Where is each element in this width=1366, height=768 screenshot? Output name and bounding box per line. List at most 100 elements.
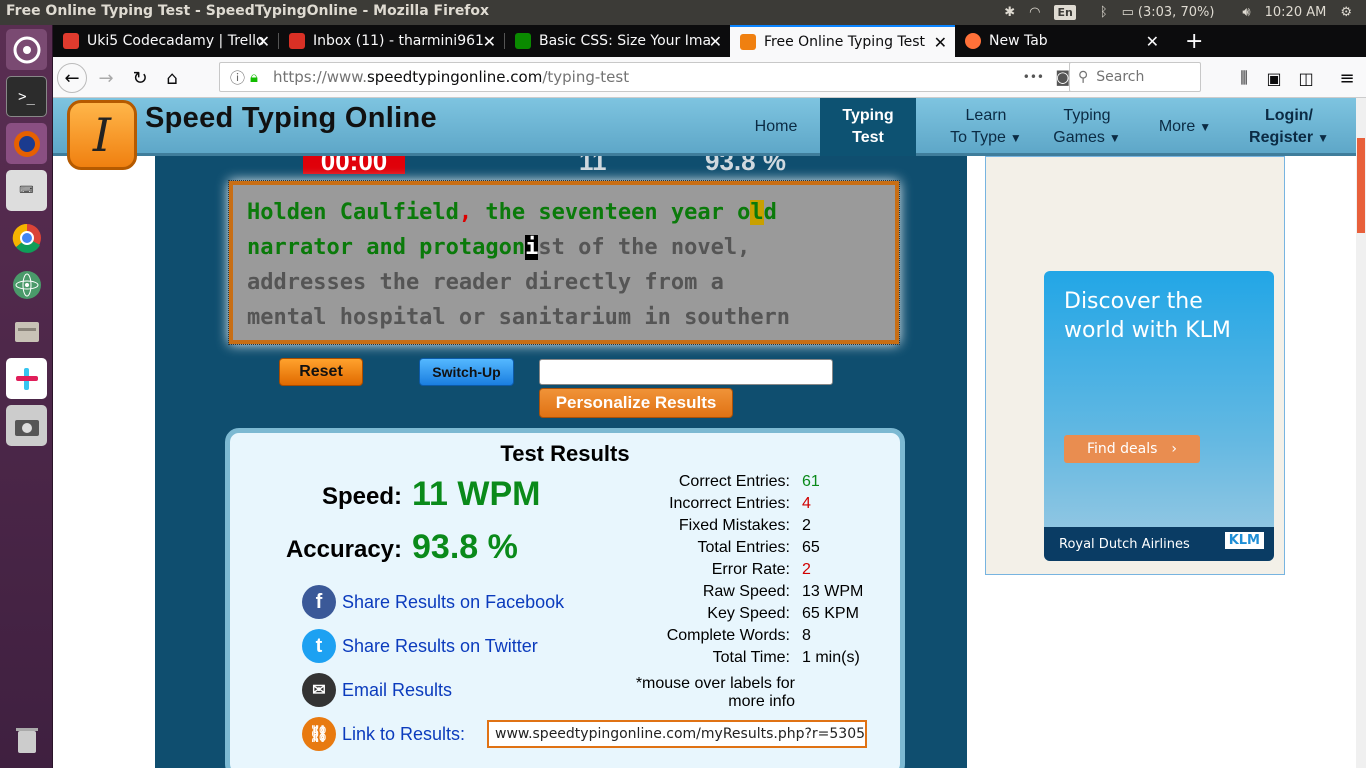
results-title: Test Results xyxy=(500,441,630,466)
forward-button[interactable]: → xyxy=(91,63,121,93)
home-button[interactable]: ⌂ xyxy=(157,63,187,93)
site-logo-icon[interactable]: I xyxy=(67,100,137,170)
text-line: narrator and protagonist of the novel, xyxy=(247,235,751,260)
scrollbar-thumb[interactable] xyxy=(1357,138,1365,233)
tab-new-tab[interactable]: New Tab ✕ xyxy=(955,25,1167,57)
stat-label[interactable]: Correct Entries: xyxy=(590,473,790,491)
wifi-icon[interactable]: ◠ xyxy=(1029,5,1040,20)
keyboard-app-icon[interactable]: ⌨ xyxy=(6,170,47,211)
chevron-right-icon: › xyxy=(1171,441,1177,457)
settings-gear-icon[interactable]: ⚙ xyxy=(1340,5,1352,20)
accuracy-label[interactable]: Accuracy: xyxy=(260,536,402,564)
ubuntu-dash-icon[interactable] xyxy=(6,29,47,70)
envelope-icon: ✉ xyxy=(302,673,336,707)
facebook-icon: f xyxy=(302,585,336,619)
site-header: Speed Typing Online Home Typing Test Lear… xyxy=(53,98,1356,156)
pocket-icon[interactable]: ◙ xyxy=(1055,68,1070,86)
new-tab-button[interactable]: + xyxy=(1177,25,1211,57)
hamburger-menu-icon[interactable]: ≡ xyxy=(1332,63,1362,93)
speedtyping-favicon-icon xyxy=(740,34,756,50)
site-title[interactable]: Speed Typing Online xyxy=(145,102,437,135)
system-tray: ✱ ◠ En ᛒ ▭ (3:03, 70%) 🔊︎ 10:20 AM ⚙ xyxy=(1004,0,1366,25)
back-button[interactable]: ← xyxy=(57,63,87,93)
clock[interactable]: 10:20 AM xyxy=(1265,5,1327,20)
tab-typing-test[interactable]: Free Online Typing Test ✕ xyxy=(730,25,955,57)
nav-typing-games[interactable]: Typing Games ▼ xyxy=(1045,98,1129,156)
dropdown-arrow-icon: ▼ xyxy=(1009,131,1022,145)
speed-value: 11 WPM xyxy=(412,475,541,513)
speed-label[interactable]: Speed: xyxy=(290,483,402,511)
close-tab-icon[interactable]: ✕ xyxy=(934,33,947,52)
klm-advertisement[interactable]: Discover the world with KLM Find deals › R… xyxy=(985,156,1285,575)
tab-trello[interactable]: Uki5 Codecadamy | Trello ✕ xyxy=(53,25,278,57)
stat-value: 65 KPM xyxy=(802,605,859,622)
close-tab-icon[interactable]: ✕ xyxy=(1146,32,1159,51)
typing-test-area: 00:00 11 93.8 % Holden Caulfield, the se… xyxy=(155,156,967,768)
lock-icon: 🔒︎ xyxy=(250,68,258,86)
bluetooth-icon[interactable]: ᛒ xyxy=(1100,5,1108,20)
nav-learn-to-type[interactable]: Learn To Type ▼ xyxy=(931,98,1041,156)
downloads-folder-icon[interactable]: ▣ xyxy=(1259,63,1289,93)
stat-value: 4 xyxy=(802,495,811,512)
file-manager-icon[interactable] xyxy=(6,311,47,352)
nav-more[interactable]: More ▼ xyxy=(1147,98,1223,156)
link-to-results-label[interactable]: ⛓ Link to Results: xyxy=(302,717,465,751)
close-tab-icon[interactable]: ✕ xyxy=(483,32,496,51)
typing-cursor: i xyxy=(525,235,539,260)
stat-label[interactable]: Raw Speed: xyxy=(590,583,790,601)
share-facebook-link[interactable]: f Share Results on Facebook xyxy=(302,585,564,619)
personalize-name-input[interactable] xyxy=(539,359,833,385)
slack-icon[interactable] xyxy=(6,358,47,399)
atom-icon[interactable] xyxy=(6,264,47,305)
switch-up-button[interactable]: Switch-Up xyxy=(419,358,514,386)
reload-button[interactable]: ↻ xyxy=(125,63,155,93)
stat-value: 61 xyxy=(802,473,820,490)
stat-label[interactable]: Complete Words: xyxy=(590,627,790,645)
battery-indicator[interactable]: ▭ (3:03, 70%) xyxy=(1122,5,1229,20)
library-icon[interactable]: ⫼ xyxy=(1229,63,1259,93)
keyboard-layout-indicator[interactable]: En xyxy=(1054,5,1076,20)
results-link-field[interactable]: www.speedtypingonline.com/myResults.php?… xyxy=(487,720,867,748)
page-scrollbar[interactable] xyxy=(1356,98,1366,768)
terminal-icon[interactable]: >_ xyxy=(6,76,47,117)
close-tab-icon[interactable]: ✕ xyxy=(709,32,722,51)
ubuntu-launcher: >_ ⌨ xyxy=(0,25,53,768)
stat-label[interactable]: Fixed Mistakes: xyxy=(590,517,790,535)
tab-freecodecamp[interactable]: Basic CSS: Size Your Ima ✕ xyxy=(505,25,730,57)
address-bar[interactable]: ⓘ 🔒︎ https://www. speedtypingonline.com/t… xyxy=(219,62,1109,92)
stat-label[interactable]: Total Time: xyxy=(590,649,790,667)
find-deals-button[interactable]: Find deals › xyxy=(1064,435,1200,463)
dropdown-arrow-icon: ▼ xyxy=(1317,131,1329,145)
camera-icon[interactable] xyxy=(6,405,47,446)
nav-login-register[interactable]: Login/Register ▼ xyxy=(1239,98,1339,156)
chrome-icon[interactable] xyxy=(6,217,47,258)
text-line: addresses the reader directly from a xyxy=(247,270,724,295)
firefox-favicon-icon xyxy=(965,33,981,49)
share-twitter-link[interactable]: t Share Results on Twitter xyxy=(302,629,538,663)
stat-value: 2 xyxy=(802,561,811,578)
stat-label[interactable]: Total Entries: xyxy=(590,539,790,557)
sidebar-icon[interactable]: ◫ xyxy=(1291,63,1321,93)
personalize-results-button[interactable]: Personalize Results xyxy=(539,388,733,418)
chain-link-icon: ⛓ xyxy=(302,717,336,751)
page-actions-button[interactable]: ••• xyxy=(1023,70,1044,84)
typing-text-box[interactable]: Holden Caulfield, the seventeen year old… xyxy=(228,180,900,345)
firefox-icon[interactable] xyxy=(6,123,47,164)
slack-tray-icon[interactable]: ✱ xyxy=(1004,5,1015,20)
nav-typing-test[interactable]: Typing Test xyxy=(820,98,916,156)
stat-label[interactable]: Error Rate: xyxy=(590,561,790,579)
reset-button[interactable]: Reset xyxy=(279,358,363,386)
volume-icon[interactable]: 🔊︎ xyxy=(1242,5,1250,20)
email-results-link[interactable]: ✉ Email Results xyxy=(302,673,452,707)
tab-gmail[interactable]: Inbox (11) - tharmini961 ✕ xyxy=(279,25,504,57)
search-input[interactable]: ⚲ Search xyxy=(1069,62,1201,92)
close-tab-icon[interactable]: ✕ xyxy=(257,32,270,51)
trash-icon[interactable] xyxy=(6,719,47,760)
stat-label[interactable]: Key Speed: xyxy=(590,605,790,623)
nav-home[interactable]: Home xyxy=(738,98,814,156)
stat-label[interactable]: Incorrect Entries: xyxy=(590,495,790,513)
battery-icon: ▭ xyxy=(1121,5,1134,20)
system-top-bar: Free Online Typing Test - SpeedTypingOnl… xyxy=(0,0,1366,25)
twitter-icon: t xyxy=(302,629,336,663)
info-icon[interactable]: ⓘ xyxy=(230,67,245,88)
